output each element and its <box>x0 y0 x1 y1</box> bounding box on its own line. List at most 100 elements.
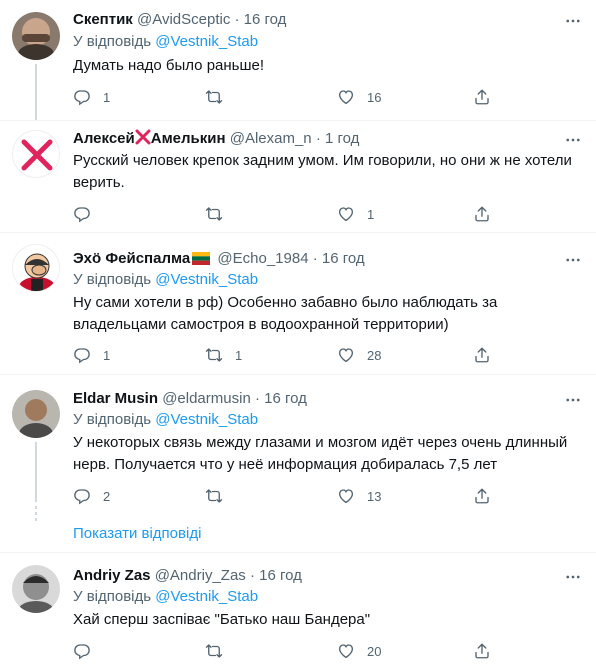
tweet-text: У некоторых связь между глазами и мозгом… <box>73 434 568 473</box>
tweet-header: Скептик @AvidSceptic · 16 год <box>73 10 286 30</box>
reply-mention-link[interactable]: @Vestnik_Stab <box>155 411 258 428</box>
show-replies-link[interactable]: Показати відповіді <box>73 524 201 544</box>
thread-line <box>35 442 37 502</box>
like-count: 16 <box>367 89 382 105</box>
reply-prefix: У відповідь <box>73 271 152 288</box>
more-icon[interactable] <box>564 568 582 586</box>
share-icon <box>473 487 491 505</box>
more-icon[interactable] <box>564 391 582 409</box>
share-button[interactable] <box>473 486 491 506</box>
retweet-button[interactable] <box>205 641 235 661</box>
tweet[interactable]: Andriy Zas @Andriy_Zas · 16 год У відпов… <box>0 553 596 664</box>
like-icon <box>337 205 355 223</box>
tweet[interactable]: Эхӧ Фейспалма @Echo_1984 · 16 год У відп… <box>0 233 596 373</box>
separator: · <box>315 130 321 147</box>
timestamp[interactable]: 16 год <box>259 567 302 584</box>
tweet-header: Andriy Zas @Andriy_Zas · 16 год <box>73 566 302 586</box>
like-count: 20 <box>367 643 382 659</box>
retweet-button[interactable]: 1 <box>205 345 242 365</box>
timestamp[interactable]: 16 год <box>244 11 287 28</box>
reply-icon <box>73 88 91 106</box>
display-name[interactable]: Эхӧ Фейспалма <box>73 250 190 267</box>
retweet-icon <box>205 642 223 660</box>
action-bar: 20 <box>73 641 513 661</box>
share-icon <box>473 346 491 364</box>
retweet-icon <box>205 346 223 364</box>
tweet[interactable]: Скептик @AvidSceptic · 16 год У відповід… <box>0 0 596 120</box>
reply-button[interactable]: 2 <box>73 486 110 506</box>
timestamp[interactable]: 1 год <box>325 130 359 147</box>
reply-mention-link[interactable]: @Vestnik_Stab <box>155 271 258 288</box>
retweet-button[interactable] <box>205 486 235 506</box>
share-icon <box>473 642 491 660</box>
cross-mark-icon <box>21 139 53 171</box>
tweet-text: Ну сами хотели в рф) Особенно забавно бы… <box>73 294 498 333</box>
like-button[interactable]: 20 <box>337 641 381 661</box>
tweet[interactable]: Алексей Амелькин @Alexam_n · 1 год Русски… <box>0 121 596 231</box>
like-icon <box>337 642 355 660</box>
reply-button[interactable]: 1 <box>73 87 110 107</box>
reply-mention-link[interactable]: @Vestnik_Stab <box>155 588 258 605</box>
tweet[interactable]: Eldar Musin @eldarmusin · 16 год У відпо… <box>0 375 596 550</box>
reply-prefix: У відповідь <box>73 411 152 428</box>
tweet-header: Eldar Musin @eldarmusin · 16 год <box>73 389 307 409</box>
display-name-last[interactable]: Амелькин <box>151 130 226 147</box>
thread-dots <box>35 506 37 524</box>
reply-icon <box>73 642 91 660</box>
display-name[interactable]: Скептик <box>73 11 133 28</box>
reply-context: У відповідь @Vestnik_Stab <box>73 32 258 52</box>
like-icon <box>337 487 355 505</box>
avatar[interactable] <box>12 390 60 438</box>
tweet-header: Алексей Амелькин @Alexam_n · 1 год <box>73 129 359 149</box>
display-name[interactable]: Eldar Musin <box>73 390 158 407</box>
retweet-icon <box>205 487 223 505</box>
reply-context: У відповідь @Vestnik_Stab <box>73 270 258 290</box>
thread-line <box>35 64 37 120</box>
retweet-button[interactable] <box>205 204 235 224</box>
reply-button[interactable]: 1 <box>73 345 110 365</box>
separator: · <box>249 567 255 584</box>
user-handle[interactable]: @eldarmusin <box>162 390 251 407</box>
share-button[interactable] <box>473 641 491 661</box>
separator: · <box>234 11 240 28</box>
user-handle[interactable]: @Andriy_Zas <box>155 567 246 584</box>
avatar[interactable] <box>12 565 60 613</box>
reply-count: 1 <box>103 89 111 105</box>
reply-count: 1 <box>103 347 111 363</box>
display-name-first[interactable]: Алексей <box>73 130 135 147</box>
action-bar: 1 1 28 <box>73 345 513 365</box>
user-handle[interactable]: @AvidSceptic <box>137 11 230 28</box>
reply-button[interactable] <box>73 641 103 661</box>
cross-mark-icon <box>135 129 151 145</box>
retweet-icon <box>205 205 223 223</box>
share-button[interactable] <box>473 345 491 365</box>
avatar[interactable] <box>12 12 60 60</box>
like-count: 1 <box>367 206 375 222</box>
more-icon[interactable] <box>564 131 582 149</box>
display-name[interactable]: Andriy Zas <box>73 567 151 584</box>
tweet-text: Хай сперш заспіває "Батько наш Бандера" <box>73 611 371 628</box>
like-button[interactable]: 28 <box>337 345 381 365</box>
more-icon[interactable] <box>564 251 582 269</box>
like-button[interactable]: 13 <box>337 486 381 506</box>
more-icon[interactable] <box>564 12 582 30</box>
lithuania-flag-icon <box>192 252 211 265</box>
action-bar: 1 16 <box>73 87 513 107</box>
reply-context: У відповідь @Vestnik_Stab <box>73 410 258 430</box>
share-button[interactable] <box>473 87 491 107</box>
action-bar: 1 <box>73 204 513 224</box>
reply-button[interactable] <box>73 204 103 224</box>
share-button[interactable] <box>473 204 491 224</box>
retweet-icon <box>205 88 223 106</box>
like-count: 28 <box>367 347 382 363</box>
like-button[interactable]: 16 <box>337 87 381 107</box>
timestamp[interactable]: 16 год <box>322 250 365 267</box>
user-handle[interactable]: @Alexam_n <box>230 130 312 147</box>
reply-mention-link[interactable]: @Vestnik_Stab <box>155 33 258 50</box>
avatar[interactable] <box>12 244 60 292</box>
user-handle[interactable]: @Echo_1984 <box>217 250 308 267</box>
retweet-button[interactable] <box>205 87 235 107</box>
avatar[interactable] <box>12 130 60 178</box>
like-button[interactable]: 1 <box>337 204 374 224</box>
timestamp[interactable]: 16 год <box>264 390 307 407</box>
